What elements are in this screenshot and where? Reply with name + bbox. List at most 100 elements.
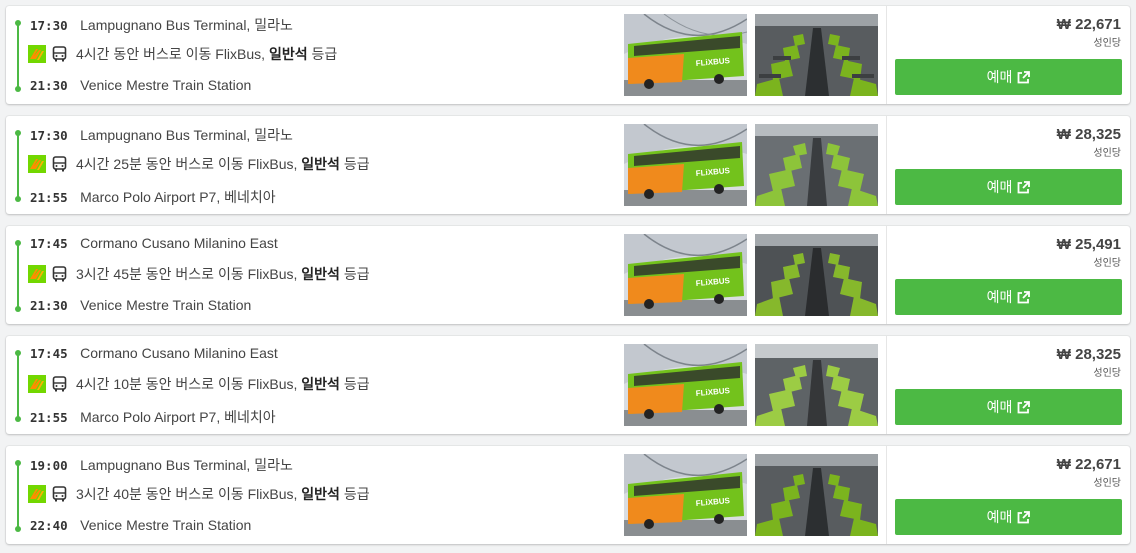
trip-details: 3시간 40분 동안 버스로 이동 FlixBus, 일반석 등급 bbox=[28, 484, 370, 504]
external-link-icon bbox=[1017, 400, 1031, 413]
departure-row: 17:45 Cormano Cusano Milanino East bbox=[30, 345, 278, 362]
book-button-label: 예매 bbox=[986, 399, 1013, 415]
seat-class: 일반석 bbox=[268, 46, 308, 62]
seat-class: 일반석 bbox=[301, 156, 340, 172]
book-button-label: 예매 bbox=[986, 509, 1013, 525]
trip-card: 17:45 Cormano Cusano Milanino East 3시간 4… bbox=[6, 226, 1130, 324]
flixbus-logo-icon bbox=[28, 155, 46, 173]
card-divider bbox=[886, 6, 887, 104]
price: ₩ 28,325 bbox=[1056, 126, 1121, 143]
trip-description: 4시간 25분 동안 버스로 이동 FlixBus, 일반석 등급 bbox=[76, 154, 370, 174]
arrival-time: 21:55 bbox=[30, 410, 68, 425]
departure-station: Lampugnano Bus Terminal, 밀라노 bbox=[80, 457, 293, 473]
arrival-time: 21:55 bbox=[30, 190, 68, 205]
price: ₩ 25,491 bbox=[1056, 236, 1121, 253]
flixbus-logo-icon bbox=[28, 45, 46, 63]
price: ₩ 22,671 bbox=[1056, 456, 1121, 473]
price-per-person: 성인당 bbox=[1093, 478, 1121, 489]
trip-details: 3시간 45분 동안 버스로 이동 FlixBus, 일반석 등급 bbox=[28, 264, 370, 284]
departure-time: 17:30 bbox=[30, 18, 68, 33]
bus-exterior-photo[interactable]: FLiXBUS bbox=[624, 234, 747, 316]
seat-class-suffix: 등급 bbox=[311, 46, 338, 62]
departure-time: 17:45 bbox=[30, 236, 68, 251]
bus-icon bbox=[52, 486, 67, 502]
book-button[interactable]: 예매 bbox=[895, 499, 1122, 535]
departure-row: 17:45 Cormano Cusano Milanino East bbox=[30, 235, 278, 252]
external-link-icon bbox=[1017, 510, 1031, 523]
trip-card: 17:30 Lampugnano Bus Terminal, 밀라노 4시간 2… bbox=[6, 116, 1130, 214]
arrival-row: 22:40 Venice Mestre Train Station bbox=[30, 517, 251, 534]
trip-details: 4시간 동안 버스로 이동 FlixBus, 일반석 등급 bbox=[28, 44, 337, 64]
departure-time: 17:30 bbox=[30, 128, 68, 143]
trip-results-list: 17:30 Lampugnano Bus Terminal, 밀라노 4시간 동… bbox=[0, 0, 1136, 553]
price: ₩ 22,671 bbox=[1056, 16, 1121, 33]
departure-station: Cormano Cusano Milanino East bbox=[80, 345, 278, 361]
card-divider bbox=[886, 226, 887, 324]
price-per-person: 성인당 bbox=[1093, 368, 1121, 379]
bus-icon bbox=[52, 376, 67, 392]
arrival-row: 21:30 Venice Mestre Train Station bbox=[30, 297, 251, 314]
duration-text: 4시간 동안 버스로 이동 FlixBus, bbox=[76, 46, 266, 62]
flixbus-logo-icon bbox=[28, 265, 46, 283]
bus-icon bbox=[52, 46, 67, 62]
trip-card: 17:45 Cormano Cusano Milanino East 4시간 1… bbox=[6, 336, 1130, 434]
seat-class-suffix: 등급 bbox=[343, 266, 370, 282]
route-timeline bbox=[15, 460, 21, 532]
arrival-row: 21:55 Marco Polo Airport P7, 베네치아 bbox=[30, 187, 276, 207]
bus-interior-photo[interactable] bbox=[755, 344, 878, 426]
bus-exterior-photo[interactable]: FLiXBUS bbox=[624, 14, 747, 96]
departure-row: 17:30 Lampugnano Bus Terminal, 밀라노 bbox=[30, 15, 293, 35]
external-link-icon bbox=[1017, 290, 1031, 303]
arrival-row: 21:30 Venice Mestre Train Station bbox=[30, 77, 251, 94]
book-button-label: 예매 bbox=[986, 289, 1013, 305]
external-link-icon bbox=[1017, 70, 1031, 83]
departure-station: Lampugnano Bus Terminal, 밀라노 bbox=[80, 17, 293, 33]
bus-interior-photo[interactable] bbox=[755, 234, 878, 316]
departure-station: Cormano Cusano Milanino East bbox=[80, 235, 278, 251]
flixbus-logo-icon bbox=[28, 375, 46, 393]
bus-exterior-photo[interactable]: FLiXBUS bbox=[624, 124, 747, 206]
duration-text: 4시간 25분 동안 버스로 이동 FlixBus, bbox=[76, 156, 298, 172]
seat-class-suffix: 등급 bbox=[343, 376, 370, 392]
departure-row: 17:30 Lampugnano Bus Terminal, 밀라노 bbox=[30, 125, 293, 145]
book-button[interactable]: 예매 bbox=[895, 59, 1122, 95]
bus-interior-photo[interactable] bbox=[755, 454, 878, 536]
book-button[interactable]: 예매 bbox=[895, 279, 1122, 315]
bus-interior-photo[interactable] bbox=[755, 124, 878, 206]
route-timeline bbox=[15, 350, 21, 422]
trip-description: 3시간 45분 동안 버스로 이동 FlixBus, 일반석 등급 bbox=[76, 264, 370, 284]
price: ₩ 28,325 bbox=[1056, 346, 1121, 363]
bus-interior-photo[interactable] bbox=[755, 14, 878, 96]
bus-icon bbox=[52, 156, 67, 172]
bus-icon bbox=[52, 266, 67, 282]
trip-details: 4시간 25분 동안 버스로 이동 FlixBus, 일반석 등급 bbox=[28, 154, 370, 174]
book-button[interactable]: 예매 bbox=[895, 389, 1122, 425]
seat-class: 일반석 bbox=[301, 486, 340, 502]
duration-text: 3시간 40분 동안 버스로 이동 FlixBus, bbox=[76, 486, 298, 502]
arrival-station: Marco Polo Airport P7, 베네치아 bbox=[80, 189, 276, 205]
book-button[interactable]: 예매 bbox=[895, 169, 1122, 205]
trip-description: 4시간 10분 동안 버스로 이동 FlixBus, 일반석 등급 bbox=[76, 374, 370, 394]
departure-station: Lampugnano Bus Terminal, 밀라노 bbox=[80, 127, 293, 143]
price-per-person: 성인당 bbox=[1093, 38, 1121, 49]
arrival-station: Venice Mestre Train Station bbox=[80, 77, 252, 93]
seat-class: 일반석 bbox=[301, 266, 340, 282]
seat-class-suffix: 등급 bbox=[343, 156, 370, 172]
card-divider bbox=[886, 336, 887, 434]
route-timeline bbox=[15, 130, 21, 202]
trip-card: 17:30 Lampugnano Bus Terminal, 밀라노 4시간 동… bbox=[6, 6, 1130, 104]
arrival-row: 21:55 Marco Polo Airport P7, 베네치아 bbox=[30, 407, 276, 427]
arrival-station: Venice Mestre Train Station bbox=[80, 297, 252, 313]
route-timeline bbox=[15, 240, 21, 312]
departure-time: 17:45 bbox=[30, 346, 68, 361]
bus-exterior-photo[interactable]: FLiXBUS bbox=[624, 344, 747, 426]
duration-text: 3시간 45분 동안 버스로 이동 FlixBus, bbox=[76, 266, 298, 282]
seat-class: 일반석 bbox=[301, 376, 340, 392]
departure-time: 19:00 bbox=[30, 458, 68, 473]
departure-row: 19:00 Lampugnano Bus Terminal, 밀라노 bbox=[30, 455, 293, 475]
route-timeline bbox=[15, 20, 21, 92]
card-divider bbox=[886, 446, 887, 544]
bus-exterior-photo[interactable]: FLiXBUS bbox=[624, 454, 747, 536]
price-per-person: 성인당 bbox=[1093, 148, 1121, 159]
arrival-time: 21:30 bbox=[30, 78, 68, 93]
